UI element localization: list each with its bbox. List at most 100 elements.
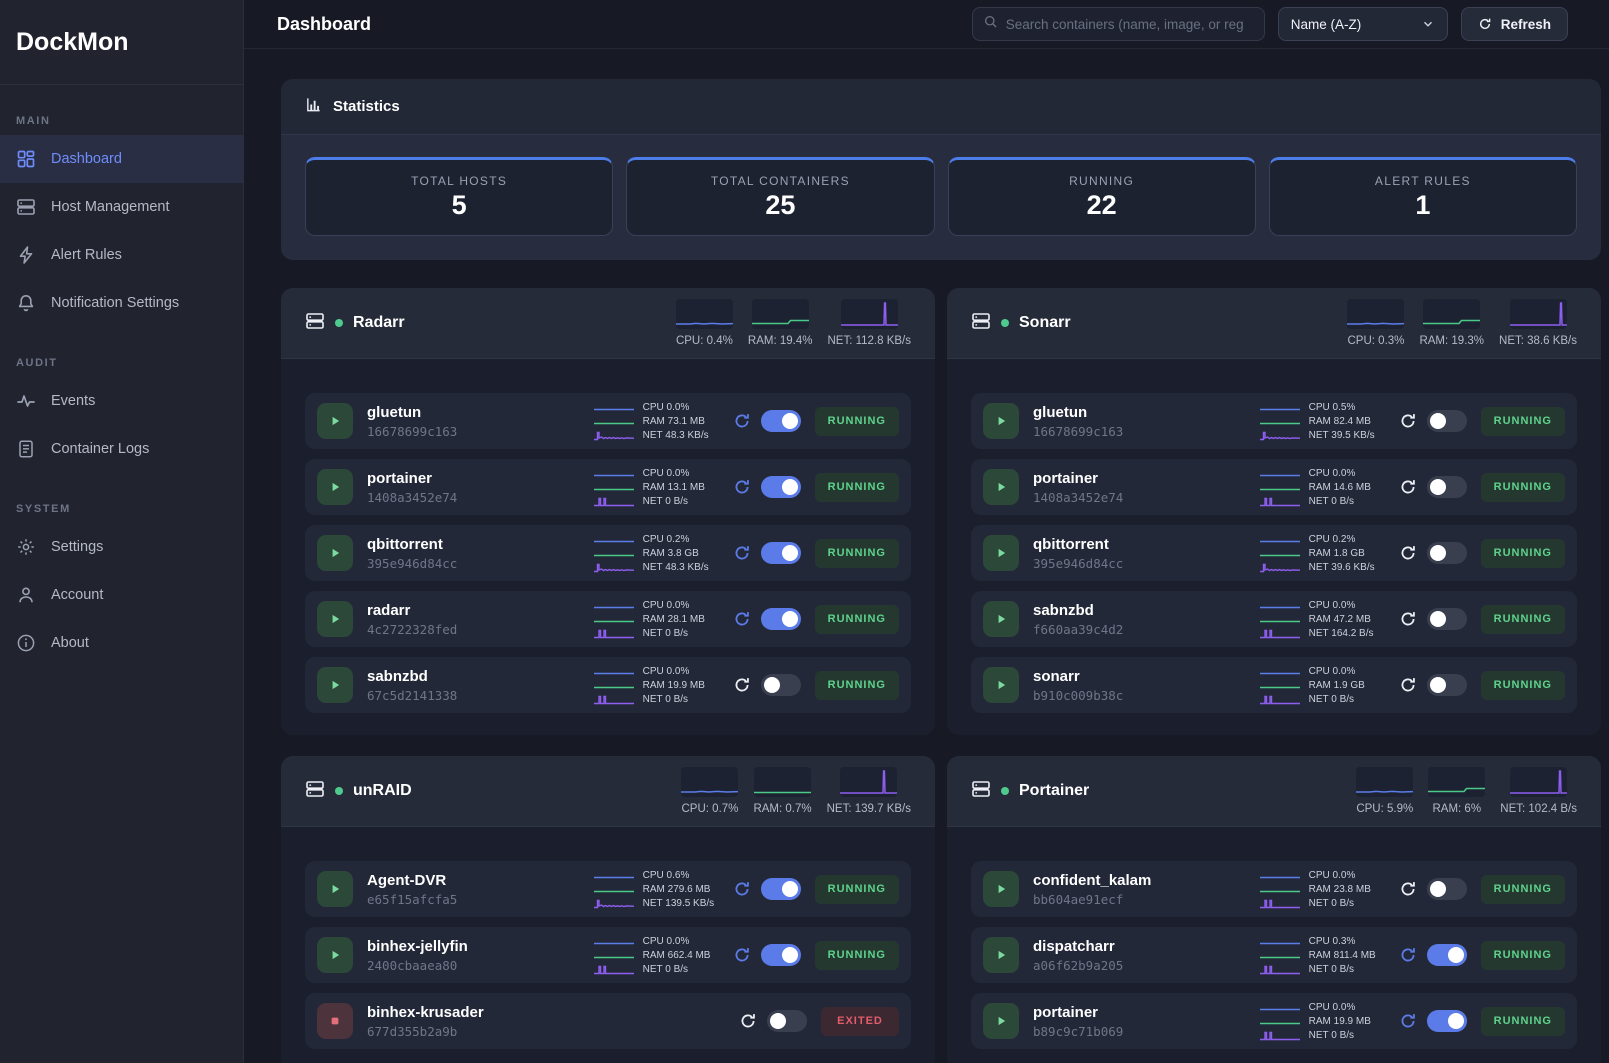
- sidebar-item-container-logs[interactable]: Container Logs: [0, 425, 243, 473]
- start-container-button[interactable]: [983, 871, 1019, 907]
- auto-restart-toggle[interactable]: [1427, 878, 1467, 900]
- auto-restart-toggle[interactable]: [761, 476, 801, 498]
- container-name: sonarr: [1033, 668, 1123, 685]
- start-container-button[interactable]: [983, 937, 1019, 973]
- server-icon: [971, 311, 991, 336]
- net-sparkline: [1259, 897, 1301, 909]
- restart-container-icon[interactable]: [1399, 946, 1417, 964]
- auto-restart-toggle[interactable]: [1427, 542, 1467, 564]
- container-mini-stats: CPU 0.0%RAM 13.1 MBNET 0 B/s: [593, 467, 727, 508]
- refresh-button[interactable]: Refresh: [1461, 7, 1568, 41]
- host-cpu-chart-group: CPU: 0.7%: [681, 767, 738, 815]
- restart-container-icon[interactable]: [739, 1012, 757, 1030]
- start-container-button[interactable]: [983, 469, 1019, 505]
- start-container-button[interactable]: [983, 1003, 1019, 1039]
- restart-container-icon[interactable]: [1399, 676, 1417, 694]
- auto-restart-toggle[interactable]: [1427, 944, 1467, 966]
- restart-container-icon[interactable]: [1399, 610, 1417, 628]
- search-input[interactable]: [1006, 17, 1254, 32]
- cpu-value: CPU 0.0%: [643, 936, 727, 947]
- restart-container-icon[interactable]: [1399, 478, 1417, 496]
- restart-container-icon[interactable]: [1399, 412, 1417, 430]
- sidebar-item-settings[interactable]: Settings: [0, 523, 243, 571]
- mini-stat-cpu: CPU 0.0%: [593, 935, 727, 948]
- host-cpu-label: CPU: 0.3%: [1348, 335, 1405, 347]
- auto-restart-toggle[interactable]: [1427, 476, 1467, 498]
- play-icon: [993, 413, 1009, 429]
- mini-stat-net: NET 0 B/s: [1259, 963, 1393, 976]
- auto-restart-toggle[interactable]: [761, 944, 801, 966]
- start-container-button[interactable]: [317, 535, 353, 571]
- container-row-gluetun: gluetun16678699c163CPU 0.0%RAM 73.1 MBNE…: [305, 393, 911, 449]
- start-container-button[interactable]: [983, 403, 1019, 439]
- restart-container-icon[interactable]: [733, 544, 751, 562]
- start-container-button[interactable]: [983, 535, 1019, 571]
- sidebar-item-alert-rules[interactable]: Alert Rules: [0, 231, 243, 279]
- restart-container-icon[interactable]: [1399, 880, 1417, 898]
- auto-restart-toggle[interactable]: [761, 410, 801, 432]
- restart-container-icon[interactable]: [733, 946, 751, 964]
- auto-restart-toggle[interactable]: [761, 674, 801, 696]
- mini-stat-ram: RAM 19.9 MB: [1259, 1015, 1393, 1028]
- auto-restart-toggle[interactable]: [1427, 1010, 1467, 1032]
- restart-container-icon[interactable]: [733, 676, 751, 694]
- restart-container-icon[interactable]: [733, 412, 751, 430]
- net-value: NET 0 B/s: [1309, 694, 1393, 705]
- container-id: f660aa39c4d2: [1033, 622, 1123, 637]
- host-net-chart-group: NET: 139.7 KB/s: [827, 767, 911, 815]
- start-container-button[interactable]: [317, 601, 353, 637]
- container-name: dispatcharr: [1033, 938, 1123, 955]
- start-container-button[interactable]: [317, 871, 353, 907]
- start-container-button[interactable]: [983, 601, 1019, 637]
- app-logo-title: DockMon: [16, 28, 129, 57]
- ram-value: RAM 811.4 MB: [1309, 950, 1393, 961]
- net-value: NET 0 B/s: [1309, 898, 1393, 909]
- ram-value: RAM 1.9 GB: [1309, 680, 1393, 691]
- auto-restart-toggle[interactable]: [1427, 608, 1467, 630]
- host-online-dot: [335, 787, 343, 795]
- auto-restart-toggle[interactable]: [761, 608, 801, 630]
- container-state-badge: RUNNING: [1481, 407, 1565, 436]
- restart-container-icon[interactable]: [733, 610, 751, 628]
- sidebar-item-about[interactable]: About: [0, 619, 243, 667]
- auto-restart-toggle[interactable]: [767, 1010, 807, 1032]
- host-ram-chart-group: RAM: 0.7%: [753, 767, 811, 815]
- container-meta: confident_kalambb604ae91ecf: [1033, 872, 1151, 907]
- auto-restart-toggle[interactable]: [1427, 674, 1467, 696]
- stop-container-button[interactable]: [317, 1003, 353, 1039]
- start-container-button[interactable]: [317, 469, 353, 505]
- play-icon: [993, 881, 1009, 897]
- start-container-button[interactable]: [317, 403, 353, 439]
- sort-select[interactable]: Name (A-Z): [1278, 7, 1448, 41]
- ram-value: RAM 82.4 MB: [1309, 416, 1393, 427]
- host-net-chart-group: NET: 112.8 KB/s: [827, 299, 911, 347]
- cpu-value: CPU 0.0%: [1309, 870, 1393, 881]
- container-list: gluetun16678699c163CPU 0.0%RAM 73.1 MBNE…: [281, 359, 935, 735]
- container-state-badge: RUNNING: [1481, 605, 1565, 634]
- cpu-value: CPU 0.2%: [643, 534, 727, 545]
- restart-container-icon[interactable]: [1399, 1012, 1417, 1030]
- container-search[interactable]: [972, 7, 1265, 41]
- info-icon: [16, 633, 36, 653]
- start-container-button[interactable]: [317, 667, 353, 703]
- stat-card-value: 22: [1087, 190, 1117, 221]
- net-value: NET 0 B/s: [643, 628, 727, 639]
- start-container-button[interactable]: [983, 667, 1019, 703]
- restart-container-icon[interactable]: [1399, 544, 1417, 562]
- container-state-badge: RUNNING: [1481, 875, 1565, 904]
- mini-stat-cpu: CPU 0.0%: [1259, 467, 1393, 480]
- mini-stat-cpu: CPU 0.0%: [593, 401, 727, 414]
- sidebar-item-account[interactable]: Account: [0, 571, 243, 619]
- sidebar-item-host-management[interactable]: Host Management: [0, 183, 243, 231]
- auto-restart-toggle[interactable]: [761, 542, 801, 564]
- mini-stat-ram: RAM 13.1 MB: [593, 481, 727, 494]
- server-icon: [971, 779, 991, 804]
- auto-restart-toggle[interactable]: [1427, 410, 1467, 432]
- restart-container-icon[interactable]: [733, 880, 751, 898]
- sidebar-item-events[interactable]: Events: [0, 377, 243, 425]
- restart-container-icon[interactable]: [733, 478, 751, 496]
- sidebar-item-notification-settings[interactable]: Notification Settings: [0, 279, 243, 327]
- start-container-button[interactable]: [317, 937, 353, 973]
- sidebar-item-dashboard[interactable]: Dashboard: [0, 135, 243, 183]
- auto-restart-toggle[interactable]: [761, 878, 801, 900]
